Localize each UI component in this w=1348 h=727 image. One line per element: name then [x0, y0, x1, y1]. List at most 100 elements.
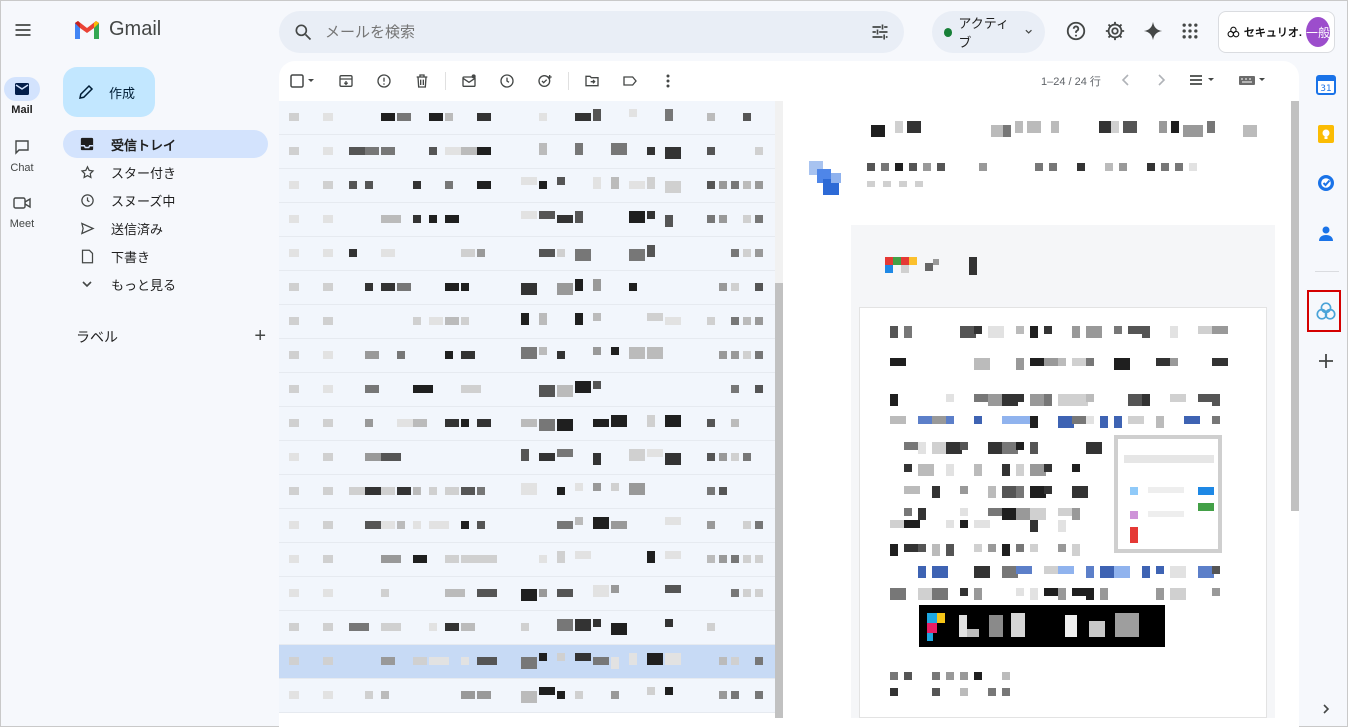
- redacted-block: [477, 113, 491, 121]
- archive-button[interactable]: [327, 67, 365, 95]
- side-calendar-button[interactable]: 31: [1313, 72, 1339, 98]
- email-row[interactable]: [279, 237, 776, 271]
- redacted-block: [413, 181, 421, 189]
- rail-item-meet[interactable]: Meet: [1, 191, 43, 230]
- prev-page-button[interactable]: [1119, 73, 1133, 87]
- redacted-block: [593, 109, 601, 121]
- redacted-block: [289, 181, 299, 189]
- redacted-block: [381, 487, 395, 495]
- add-label-button[interactable]: +: [254, 325, 266, 348]
- nav-item-more[interactable]: もっと見る: [63, 270, 268, 298]
- email-row[interactable]: [279, 305, 776, 339]
- redacted-block: [575, 619, 591, 631]
- delete-button[interactable]: [403, 67, 441, 95]
- gmail-logo[interactable]: Gmail: [73, 18, 161, 41]
- select-all-checkbox[interactable]: [279, 67, 327, 95]
- side-contacts-button[interactable]: [1313, 220, 1339, 246]
- nav-item-snoozed[interactable]: スヌーズ中: [63, 186, 268, 214]
- gemini-button[interactable]: [1141, 19, 1165, 43]
- email-row[interactable]: [279, 135, 776, 169]
- nav-item-starred[interactable]: スター付き: [63, 158, 268, 186]
- redacted-block: [381, 589, 389, 597]
- mark-read-button[interactable]: [450, 67, 488, 95]
- email-row[interactable]: [279, 101, 776, 135]
- nav-item-inbox[interactable]: 受信トレイ: [63, 130, 268, 158]
- search-bar[interactable]: [279, 11, 904, 53]
- email-row[interactable]: [279, 645, 776, 679]
- star-icon: [80, 164, 94, 179]
- meet-icon: [13, 197, 31, 209]
- email-row[interactable]: [279, 169, 776, 203]
- label-button[interactable]: [611, 67, 649, 95]
- reading-pane-scrollbar[interactable]: [1291, 101, 1299, 511]
- redacted-block: [932, 566, 948, 578]
- email-row[interactable]: [279, 339, 776, 373]
- apps-button[interactable]: [1178, 19, 1202, 43]
- redacted-block: [477, 181, 491, 189]
- search-icon[interactable]: [293, 22, 313, 42]
- chevron-right-icon: [1158, 74, 1166, 86]
- more-actions-button[interactable]: [649, 67, 687, 95]
- redacted-block: [629, 211, 645, 223]
- side-keep-button[interactable]: [1313, 121, 1339, 147]
- redacted-block: [707, 555, 715, 563]
- archive-icon: [339, 75, 353, 87]
- help-button[interactable]: [1064, 19, 1088, 43]
- redacted-block: [349, 623, 369, 631]
- side-add-addon-button[interactable]: [1313, 348, 1339, 374]
- snooze-button[interactable]: [488, 67, 526, 95]
- list-scrollbar-thumb[interactable]: [775, 283, 783, 718]
- move-to-button[interactable]: [573, 67, 611, 95]
- redacted-block: [461, 249, 475, 257]
- email-list[interactable]: [279, 101, 776, 716]
- email-row[interactable]: [279, 373, 776, 407]
- email-row[interactable]: [279, 203, 776, 237]
- email-row[interactable]: [279, 475, 776, 509]
- nav-item-sent[interactable]: 送信済み: [63, 214, 268, 242]
- side-securio-addon-button[interactable]: [1313, 298, 1339, 324]
- next-page-button[interactable]: [1154, 73, 1168, 87]
- email-row[interactable]: [279, 543, 776, 577]
- redacted-block: [413, 487, 421, 495]
- status-selector[interactable]: アクティブ: [932, 11, 1045, 53]
- add-to-tasks-button[interactable]: [526, 67, 564, 95]
- avatar[interactable]: 一般: [1305, 17, 1330, 47]
- redacted-block: [883, 181, 891, 187]
- redacted-block: [1105, 163, 1113, 171]
- pencil-icon: [79, 84, 94, 99]
- redacted-block: [946, 416, 954, 424]
- side-expand-button[interactable]: [1313, 696, 1339, 722]
- redacted-block: [1128, 416, 1144, 424]
- input-tools-toggle[interactable]: [1238, 73, 1270, 87]
- email-row[interactable]: [279, 271, 776, 305]
- email-row[interactable]: [279, 679, 776, 713]
- rail-item-mail[interactable]: Mail: [1, 77, 43, 116]
- email-row[interactable]: [279, 577, 776, 611]
- side-tasks-button[interactable]: [1313, 170, 1339, 196]
- redacted-block: [881, 163, 889, 171]
- redacted-block: [629, 283, 637, 291]
- filter-options-icon[interactable]: [870, 22, 890, 42]
- split-pane-toggle[interactable]: [1188, 73, 1220, 87]
- nav-item-drafts[interactable]: 下書き: [63, 242, 268, 270]
- email-row[interactable]: [279, 611, 776, 645]
- nav-label: 下書き: [111, 249, 151, 265]
- redacted-block: [413, 317, 421, 325]
- redacted-block: [915, 181, 923, 187]
- redacted-block: [890, 688, 898, 696]
- compose-button[interactable]: 作成: [63, 67, 155, 117]
- settings-button[interactable]: [1103, 19, 1127, 43]
- email-row[interactable]: [279, 441, 776, 475]
- redacted-block: [323, 147, 333, 155]
- search-input[interactable]: [325, 23, 870, 41]
- account-switcher[interactable]: セキュリオ. 一般: [1218, 11, 1335, 53]
- main-menu-button[interactable]: [9, 16, 37, 44]
- redacted-block: [665, 517, 681, 525]
- email-row[interactable]: [279, 407, 776, 441]
- redacted-block: [557, 215, 573, 223]
- redacted-block: [707, 487, 715, 495]
- redacted-block: [445, 317, 459, 325]
- report-spam-button[interactable]: [365, 67, 403, 95]
- email-row[interactable]: [279, 509, 776, 543]
- rail-item-chat[interactable]: Chat: [1, 135, 43, 174]
